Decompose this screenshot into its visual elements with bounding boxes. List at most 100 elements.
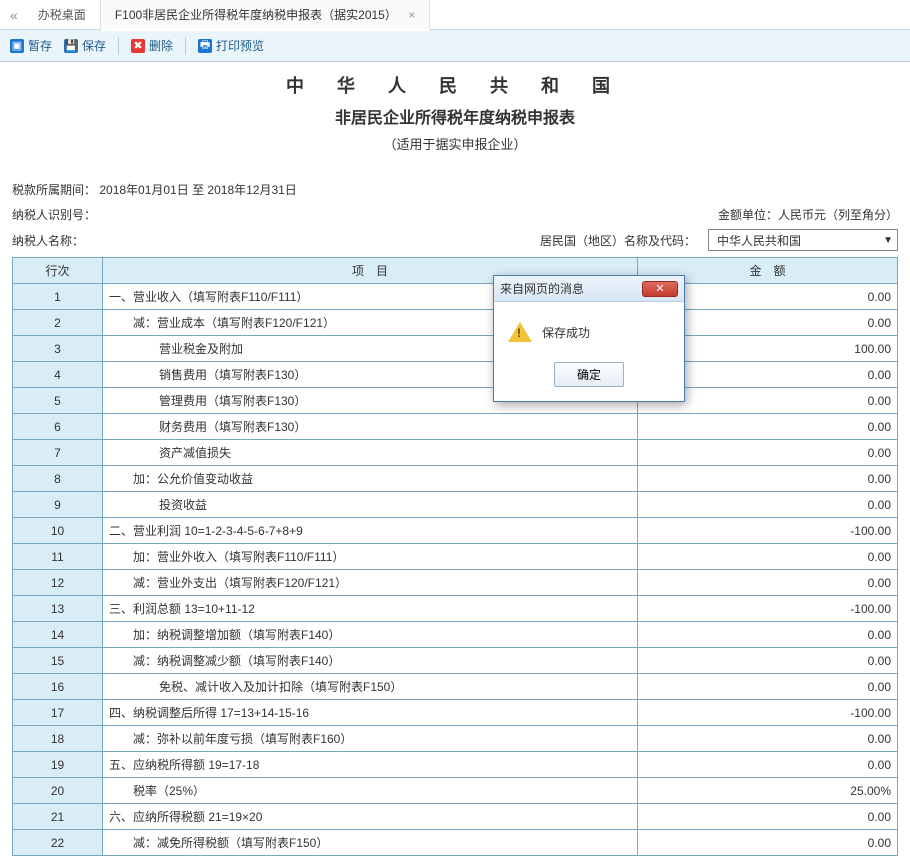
row-number: 20 [13, 778, 103, 804]
currency-unit-label: 金额单位：人民币元（列至角分） [718, 206, 898, 223]
period-label: 税款所属期间： [12, 183, 96, 197]
row-number: 7 [13, 440, 103, 466]
row-amount[interactable]: 0.00 [638, 830, 898, 856]
table-row: 12减：营业外支出（填写附表F120/F121）0.00 [13, 570, 898, 596]
close-icon[interactable]: × [408, 8, 415, 22]
row-number: 12 [13, 570, 103, 596]
row-item: 加：纳税调整增加额（填写附表F140） [103, 622, 638, 648]
row-amount[interactable]: 0.00 [638, 726, 898, 752]
tab-bar: « 办税桌面 F100非居民企业所得税年度纳税申报表（据实2015） × [0, 0, 910, 30]
row-item: 减：营业外支出（填写附表F120/F121） [103, 570, 638, 596]
tabs-prev-button[interactable]: « [4, 7, 24, 23]
row-amount[interactable]: -100.00 [638, 596, 898, 622]
table-row: 19五、应纳税所得额 19=17-180.00 [13, 752, 898, 778]
row-amount[interactable]: 0.00 [638, 440, 898, 466]
row-item: 免税、减计收入及加计扣除（填写附表F150） [103, 674, 638, 700]
table-row: 10二、营业利润 10=1-2-3-4-5-6-7+8+9-100.00 [13, 518, 898, 544]
table-row: 15减：纳税调整减少额（填写附表F140）0.00 [13, 648, 898, 674]
warning-icon [508, 322, 532, 342]
table-row: 18减：弥补以前年度亏损（填写附表F160）0.00 [13, 726, 898, 752]
tab-tax-desktop[interactable]: 办税桌面 [24, 0, 101, 29]
row-number: 11 [13, 544, 103, 570]
period-value: 2018年01月01日 至 2018年12月31日 [99, 183, 296, 197]
row-number: 8 [13, 466, 103, 492]
save-label: 保存 [82, 37, 106, 54]
print-preview-button[interactable]: 🖶 打印预览 [198, 37, 264, 54]
row-item: 加：公允价值变动收益 [103, 466, 638, 492]
row-amount[interactable]: 0.00 [638, 648, 898, 674]
temp-save-button[interactable]: ▣ 暂存 [10, 37, 52, 54]
row-number: 10 [13, 518, 103, 544]
table-row: 9投资收益0.00 [13, 492, 898, 518]
table-row: 4销售费用（填写附表F130）0.00 [13, 362, 898, 388]
toolbar-divider [185, 37, 186, 55]
tab-label: 办税桌面 [38, 8, 86, 22]
row-item: 减：减免所得税额（填写附表F150） [103, 830, 638, 856]
row-item: 税率（25%） [103, 778, 638, 804]
print-icon: 🖶 [198, 39, 212, 53]
row-amount[interactable]: 0.00 [638, 570, 898, 596]
table-row: 6财务费用（填写附表F130）0.00 [13, 414, 898, 440]
row-number: 15 [13, 648, 103, 674]
toolbar-divider [118, 37, 119, 55]
row-amount[interactable]: 0.00 [638, 492, 898, 518]
message-dialog: 来自网页的消息 ✕ 保存成功 确定 [493, 275, 685, 402]
table-row: 1一、营业收入（填写附表F110/F111）0.00 [13, 284, 898, 310]
page-title-form: 非居民企业所得税年度纳税申报表 [12, 104, 898, 128]
temp-save-icon: ▣ [10, 39, 24, 53]
row-amount[interactable]: -100.00 [638, 518, 898, 544]
table-row: 11加：营业外收入（填写附表F110/F111）0.00 [13, 544, 898, 570]
row-number: 1 [13, 284, 103, 310]
dialog-close-button[interactable]: ✕ [642, 281, 678, 297]
row-amount[interactable]: 25.00% [638, 778, 898, 804]
row-item: 资产减值损失 [103, 440, 638, 466]
row-item: 六、应纳所得税额 21=19×20 [103, 804, 638, 830]
delete-icon: ✖ [131, 39, 145, 53]
row-number: 2 [13, 310, 103, 336]
row-item: 加：营业外收入（填写附表F110/F111） [103, 544, 638, 570]
row-amount[interactable]: 0.00 [638, 544, 898, 570]
tax-form-table: 行次 项 目 金 额 1一、营业收入（填写附表F110/F111）0.002减：… [12, 257, 898, 856]
row-amount[interactable]: 0.00 [638, 674, 898, 700]
row-number: 4 [13, 362, 103, 388]
save-button[interactable]: 💾 保存 [64, 37, 106, 54]
row-number: 5 [13, 388, 103, 414]
row-amount[interactable]: -100.00 [638, 700, 898, 726]
temp-save-label: 暂存 [28, 37, 52, 54]
tab-f100-form[interactable]: F100非居民企业所得税年度纳税申报表（据实2015） × [101, 0, 430, 31]
col-rownum: 行次 [13, 258, 103, 284]
page-title-country: 中 华 人 民 共 和 国 [12, 72, 898, 98]
row-item: 五、应纳税所得额 19=17-18 [103, 752, 638, 778]
print-preview-label: 打印预览 [216, 37, 264, 54]
row-item: 四、纳税调整后所得 17=13+14-15-16 [103, 700, 638, 726]
delete-button[interactable]: ✖ 删除 [131, 37, 173, 54]
dialog-message: 保存成功 [542, 324, 590, 341]
row-amount[interactable]: 0.00 [638, 752, 898, 778]
table-row: 16免税、减计收入及加计扣除（填写附表F150）0.00 [13, 674, 898, 700]
row-item: 三、利润总额 13=10+11-12 [103, 596, 638, 622]
row-amount[interactable]: 0.00 [638, 414, 898, 440]
table-row: 20税率（25%）25.00% [13, 778, 898, 804]
row-amount[interactable]: 0.00 [638, 804, 898, 830]
chevron-down-icon: ▼ [883, 235, 893, 246]
resident-country-value: 中华人民共和国 [717, 232, 801, 249]
resident-country-label: 居民国（地区）名称及代码： [540, 232, 696, 249]
row-number: 19 [13, 752, 103, 778]
dialog-titlebar: 来自网页的消息 ✕ [494, 276, 684, 302]
row-number: 17 [13, 700, 103, 726]
tab-label: F100非居民企业所得税年度纳税申报表（据实2015） [115, 8, 397, 22]
page-title-note: （适用于据实申报企业） [12, 134, 898, 153]
row-number: 16 [13, 674, 103, 700]
dialog-ok-button[interactable]: 确定 [554, 362, 624, 387]
taxpayer-id-label: 纳税人识别号： [12, 206, 96, 223]
resident-country-select[interactable]: 中华人民共和国 ▼ [708, 229, 898, 251]
row-number: 6 [13, 414, 103, 440]
table-row: 2减：营业成本（填写附表F120/F121）0.00 [13, 310, 898, 336]
row-item: 减：纳税调整减少额（填写附表F140） [103, 648, 638, 674]
row-amount[interactable]: 0.00 [638, 466, 898, 492]
table-row: 21六、应纳所得税额 21=19×200.00 [13, 804, 898, 830]
row-item: 财务费用（填写附表F130） [103, 414, 638, 440]
row-amount[interactable]: 0.00 [638, 622, 898, 648]
table-row: 3营业税金及附加100.00 [13, 336, 898, 362]
toolbar: ▣ 暂存 💾 保存 ✖ 删除 🖶 打印预览 [0, 30, 910, 62]
